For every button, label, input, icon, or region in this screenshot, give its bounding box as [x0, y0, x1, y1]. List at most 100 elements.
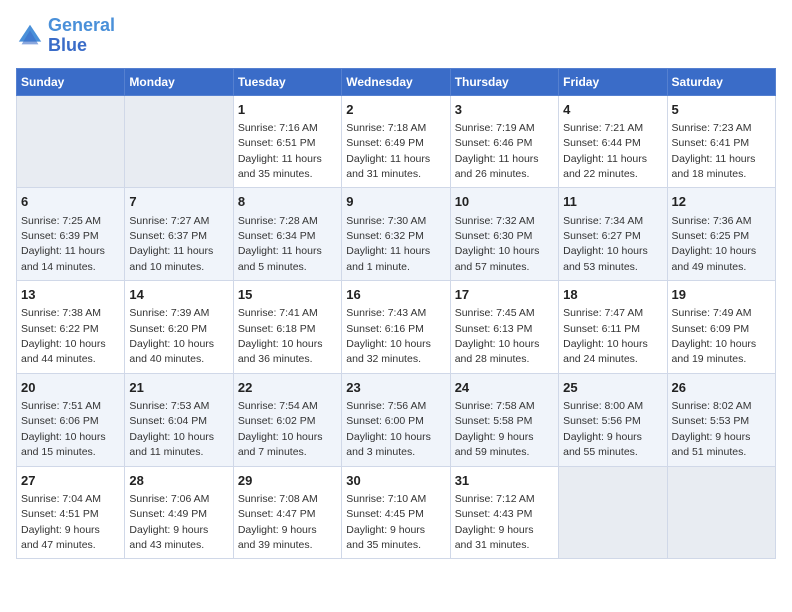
calendar-cell: 16 Sunrise: 7:43 AM Sunset: 6:16 PM Dayli… — [342, 281, 450, 374]
day-number: 24 — [455, 379, 554, 397]
day-number: 9 — [346, 193, 445, 211]
calendar-week-2: 6 Sunrise: 7:25 AM Sunset: 6:39 PM Daylig… — [17, 188, 776, 281]
day-info: Sunrise: 7:49 AM Sunset: 6:09 PM Dayligh… — [672, 307, 757, 365]
day-number: 7 — [129, 193, 228, 211]
calendar-cell: 22 Sunrise: 7:54 AM Sunset: 6:02 PM Dayli… — [233, 373, 341, 466]
calendar-cell: 26 Sunrise: 8:02 AM Sunset: 5:53 PM Dayli… — [667, 373, 775, 466]
day-number: 4 — [563, 101, 662, 119]
calendar-table: SundayMondayTuesdayWednesdayThursdayFrid… — [16, 68, 776, 560]
day-number: 11 — [563, 193, 662, 211]
calendar-cell: 9 Sunrise: 7:30 AM Sunset: 6:32 PM Daylig… — [342, 188, 450, 281]
day-info: Sunrise: 7:18 AM Sunset: 6:49 PM Dayligh… — [346, 122, 430, 180]
day-info: Sunrise: 7:19 AM Sunset: 6:46 PM Dayligh… — [455, 122, 539, 180]
day-number: 2 — [346, 101, 445, 119]
calendar-cell: 20 Sunrise: 7:51 AM Sunset: 6:06 PM Dayli… — [17, 373, 125, 466]
day-number: 20 — [21, 379, 120, 397]
day-number: 8 — [238, 193, 337, 211]
day-number: 25 — [563, 379, 662, 397]
day-info: Sunrise: 7:43 AM Sunset: 6:16 PM Dayligh… — [346, 307, 431, 365]
day-number: 10 — [455, 193, 554, 211]
header-monday: Monday — [125, 68, 233, 95]
header-thursday: Thursday — [450, 68, 558, 95]
logo-text: General Blue — [48, 16, 115, 56]
day-number: 27 — [21, 472, 120, 490]
day-info: Sunrise: 7:16 AM Sunset: 6:51 PM Dayligh… — [238, 122, 322, 180]
day-number: 23 — [346, 379, 445, 397]
day-number: 19 — [672, 286, 771, 304]
day-info: Sunrise: 7:27 AM Sunset: 6:37 PM Dayligh… — [129, 215, 213, 273]
calendar-cell: 30 Sunrise: 7:10 AM Sunset: 4:45 PM Dayli… — [342, 466, 450, 559]
page-header: General Blue — [16, 16, 776, 56]
day-info: Sunrise: 7:08 AM Sunset: 4:47 PM Dayligh… — [238, 493, 318, 551]
day-number: 31 — [455, 472, 554, 490]
day-number: 28 — [129, 472, 228, 490]
day-number: 15 — [238, 286, 337, 304]
calendar-cell — [667, 466, 775, 559]
day-info: Sunrise: 7:36 AM Sunset: 6:25 PM Dayligh… — [672, 215, 757, 273]
calendar-cell: 11 Sunrise: 7:34 AM Sunset: 6:27 PM Dayli… — [559, 188, 667, 281]
calendar-cell — [125, 95, 233, 188]
day-info: Sunrise: 7:38 AM Sunset: 6:22 PM Dayligh… — [21, 307, 106, 365]
calendar-cell: 31 Sunrise: 7:12 AM Sunset: 4:43 PM Dayli… — [450, 466, 558, 559]
day-info: Sunrise: 7:12 AM Sunset: 4:43 PM Dayligh… — [455, 493, 535, 551]
calendar-cell: 2 Sunrise: 7:18 AM Sunset: 6:49 PM Daylig… — [342, 95, 450, 188]
day-number: 3 — [455, 101, 554, 119]
day-number: 26 — [672, 379, 771, 397]
day-number: 30 — [346, 472, 445, 490]
day-info: Sunrise: 7:51 AM Sunset: 6:06 PM Dayligh… — [21, 400, 106, 458]
day-info: Sunrise: 8:00 AM Sunset: 5:56 PM Dayligh… — [563, 400, 643, 458]
day-info: Sunrise: 7:41 AM Sunset: 6:18 PM Dayligh… — [238, 307, 323, 365]
calendar-week-5: 27 Sunrise: 7:04 AM Sunset: 4:51 PM Dayli… — [17, 466, 776, 559]
calendar-cell: 1 Sunrise: 7:16 AM Sunset: 6:51 PM Daylig… — [233, 95, 341, 188]
day-info: Sunrise: 7:54 AM Sunset: 6:02 PM Dayligh… — [238, 400, 323, 458]
day-number: 13 — [21, 286, 120, 304]
calendar-cell: 3 Sunrise: 7:19 AM Sunset: 6:46 PM Daylig… — [450, 95, 558, 188]
calendar-cell: 6 Sunrise: 7:25 AM Sunset: 6:39 PM Daylig… — [17, 188, 125, 281]
calendar-cell: 12Sunrise: 7:36 AM Sunset: 6:25 PM Dayli… — [667, 188, 775, 281]
day-info: Sunrise: 7:04 AM Sunset: 4:51 PM Dayligh… — [21, 493, 101, 551]
day-info: Sunrise: 7:53 AM Sunset: 6:04 PM Dayligh… — [129, 400, 214, 458]
day-number: 22 — [238, 379, 337, 397]
day-number: 1 — [238, 101, 337, 119]
calendar-cell: 21 Sunrise: 7:53 AM Sunset: 6:04 PM Dayli… — [125, 373, 233, 466]
day-info: Sunrise: 7:23 AM Sunset: 6:41 PM Dayligh… — [672, 122, 756, 180]
calendar-cell: 27 Sunrise: 7:04 AM Sunset: 4:51 PM Dayli… — [17, 466, 125, 559]
calendar-cell: 10 Sunrise: 7:32 AM Sunset: 6:30 PM Dayli… — [450, 188, 558, 281]
day-number: 6 — [21, 193, 120, 211]
day-number: 21 — [129, 379, 228, 397]
day-number: 5 — [672, 101, 771, 119]
header-wednesday: Wednesday — [342, 68, 450, 95]
day-info: Sunrise: 7:06 AM Sunset: 4:49 PM Dayligh… — [129, 493, 209, 551]
calendar-cell: 14Sunrise: 7:39 AM Sunset: 6:20 PM Dayli… — [125, 281, 233, 374]
calendar-cell — [17, 95, 125, 188]
day-info: Sunrise: 7:10 AM Sunset: 4:45 PM Dayligh… — [346, 493, 426, 551]
calendar-cell: 7 Sunrise: 7:27 AM Sunset: 6:37 PM Daylig… — [125, 188, 233, 281]
calendar-cell: 19 Sunrise: 7:49 AM Sunset: 6:09 PM Dayli… — [667, 281, 775, 374]
day-info: Sunrise: 7:58 AM Sunset: 5:58 PM Dayligh… — [455, 400, 535, 458]
day-number: 29 — [238, 472, 337, 490]
day-info: Sunrise: 7:28 AM Sunset: 6:34 PM Dayligh… — [238, 215, 322, 273]
header-saturday: Saturday — [667, 68, 775, 95]
day-info: Sunrise: 7:34 AM Sunset: 6:27 PM Dayligh… — [563, 215, 648, 273]
calendar-cell: 29 Sunrise: 7:08 AM Sunset: 4:47 PM Dayli… — [233, 466, 341, 559]
day-number: 16 — [346, 286, 445, 304]
calendar-cell: 17 Sunrise: 7:45 AM Sunset: 6:13 PM Dayli… — [450, 281, 558, 374]
calendar-cell — [559, 466, 667, 559]
day-info: Sunrise: 7:25 AM Sunset: 6:39 PM Dayligh… — [21, 215, 105, 273]
day-info: Sunrise: 8:02 AM Sunset: 5:53 PM Dayligh… — [672, 400, 752, 458]
calendar-cell: 5 Sunrise: 7:23 AM Sunset: 6:41 PM Daylig… — [667, 95, 775, 188]
calendar-week-1: 1 Sunrise: 7:16 AM Sunset: 6:51 PM Daylig… — [17, 95, 776, 188]
calendar-cell: 4 Sunrise: 7:21 AM Sunset: 6:44 PM Daylig… — [559, 95, 667, 188]
day-info: Sunrise: 7:21 AM Sunset: 6:44 PM Dayligh… — [563, 122, 647, 180]
day-info: Sunrise: 7:30 AM Sunset: 6:32 PM Dayligh… — [346, 215, 430, 273]
calendar-cell: 8 Sunrise: 7:28 AM Sunset: 6:34 PM Daylig… — [233, 188, 341, 281]
calendar-cell: 23Sunrise: 7:56 AM Sunset: 6:00 PM Dayli… — [342, 373, 450, 466]
calendar-cell: 28 Sunrise: 7:06 AM Sunset: 4:49 PM Dayli… — [125, 466, 233, 559]
day-number: 17 — [455, 286, 554, 304]
calendar-week-3: 13 Sunrise: 7:38 AM Sunset: 6:22 PM Dayli… — [17, 281, 776, 374]
day-info: Sunrise: 7:45 AM Sunset: 6:13 PM Dayligh… — [455, 307, 540, 365]
calendar-cell: 25 Sunrise: 8:00 AM Sunset: 5:56 PM Dayli… — [559, 373, 667, 466]
day-info: Sunrise: 7:32 AM Sunset: 6:30 PM Dayligh… — [455, 215, 540, 273]
calendar-cell: 15 Sunrise: 7:41 AM Sunset: 6:18 PM Dayli… — [233, 281, 341, 374]
logo-icon — [16, 22, 44, 50]
